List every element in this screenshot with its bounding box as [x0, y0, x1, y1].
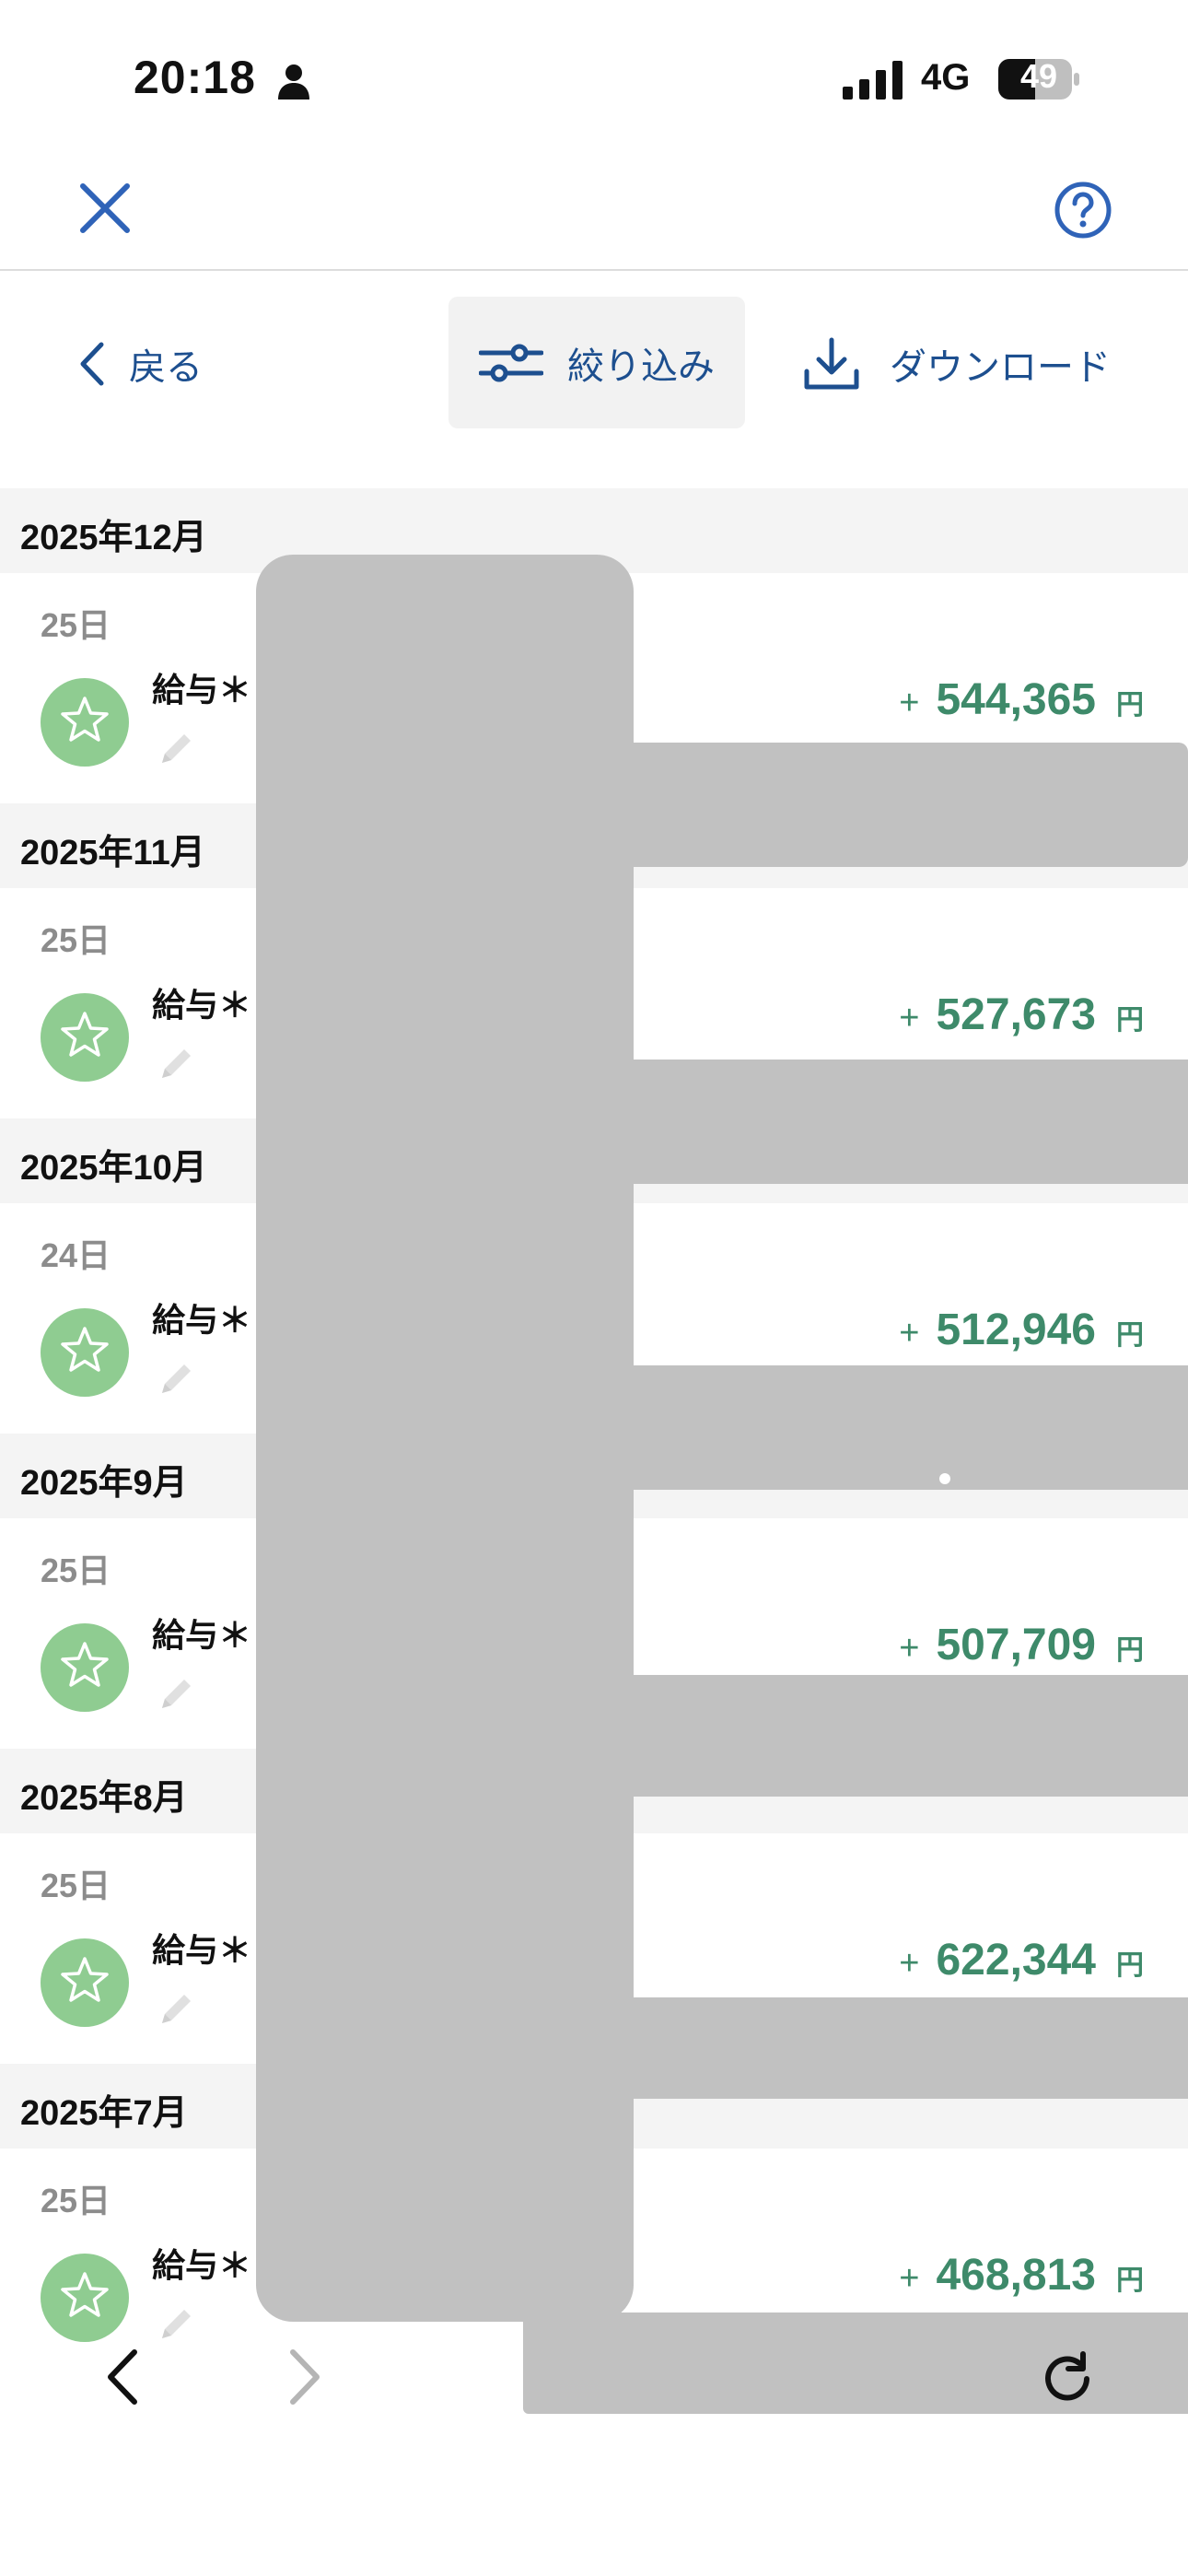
- amount: +527,673 円: [899, 989, 1144, 1040]
- download-label: ダウンロード: [890, 347, 1111, 388]
- redaction-bar: [631, 1997, 1188, 2099]
- toolbar: 戻る 絞り込み ダウンロード: [0, 297, 1188, 430]
- chevron-left-icon: [80, 342, 104, 386]
- transaction-description: 給与＊: [152, 986, 252, 1024]
- day-label: 25日: [41, 1867, 111, 1904]
- help-icon[interactable]: [1054, 181, 1112, 240]
- filter-button[interactable]: 絞り込み: [448, 297, 745, 428]
- redaction-bar: [631, 1060, 1188, 1184]
- person-icon: [278, 64, 309, 100]
- category-badge: [41, 2254, 129, 2342]
- amount-value: 468,813: [936, 2251, 1096, 2300]
- amount-value: 622,344: [936, 1936, 1096, 1985]
- star-icon: [61, 1957, 109, 2002]
- category-badge: [41, 678, 129, 767]
- star-icon: [61, 1012, 109, 1057]
- browser-navigation: [0, 2345, 1188, 2576]
- download-icon: [804, 337, 859, 390]
- day-label: 25日: [41, 2182, 111, 2219]
- day-label: 25日: [41, 606, 111, 644]
- star-icon: [61, 697, 109, 742]
- close-icon[interactable]: [77, 181, 133, 236]
- day-label: 25日: [41, 921, 111, 959]
- pencil-icon[interactable]: [157, 1358, 197, 1399]
- nav-forward-icon[interactable]: [282, 2345, 328, 2409]
- battery-level: 49: [1019, 57, 1058, 95]
- category-badge: [41, 1623, 129, 1712]
- amount-sign: +: [899, 999, 920, 1037]
- amount: +544,365 円: [899, 674, 1144, 725]
- category-badge: [41, 1938, 129, 2027]
- transaction-description: 給与＊: [152, 2246, 252, 2284]
- month-label: 2025年9月: [20, 1464, 188, 1503]
- category-badge: [41, 1308, 129, 1397]
- category-badge: [41, 993, 129, 1082]
- amount: +512,946 円: [899, 1305, 1144, 1355]
- amount-value: 512,946: [936, 1306, 1096, 1354]
- star-icon: [61, 1327, 109, 1372]
- amount-sign: +: [899, 1314, 920, 1352]
- amount-unit: 円: [1116, 1635, 1144, 1666]
- amount-unit: 円: [1116, 2266, 1144, 2296]
- amount: +622,344 円: [899, 1935, 1144, 1985]
- nav-back-icon[interactable]: [99, 2345, 146, 2409]
- amount: +468,813 円: [899, 2250, 1144, 2301]
- star-icon: [61, 1642, 109, 1687]
- day-label: 24日: [41, 1236, 111, 1274]
- amount-unit: 円: [1116, 1005, 1144, 1036]
- day-label: 25日: [41, 1551, 111, 1589]
- reload-icon[interactable]: [1039, 2350, 1096, 2407]
- cellular-signal-icon: [843, 61, 903, 100]
- month-label: 2025年8月: [20, 1779, 188, 1818]
- redaction-bar: [631, 743, 1188, 867]
- amount-sign: +: [899, 1944, 920, 1983]
- network-type: 4G: [921, 57, 971, 98]
- pencil-icon[interactable]: [157, 1988, 197, 2029]
- filter-label: 絞り込み: [567, 345, 715, 387]
- status-time: 20:18: [134, 52, 256, 103]
- pencil-icon[interactable]: [157, 1673, 197, 1714]
- header-divider: [0, 269, 1188, 271]
- redaction-dot: [939, 1473, 950, 1484]
- status-bar: 20:18 4G 49: [0, 0, 1188, 157]
- transaction-description: 給与＊: [152, 1301, 252, 1339]
- amount-value: 527,673: [936, 990, 1096, 1039]
- amount-sign: +: [899, 684, 920, 722]
- pencil-icon[interactable]: [157, 728, 197, 768]
- pencil-icon[interactable]: [157, 2303, 197, 2344]
- month-label: 2025年12月: [20, 519, 207, 557]
- amount-value: 507,709: [936, 1621, 1096, 1669]
- transaction-description: 給与＊: [152, 671, 252, 708]
- amount-unit: 円: [1116, 1320, 1144, 1351]
- amount-unit: 円: [1116, 690, 1144, 720]
- transaction-description: 給与＊: [152, 1616, 252, 1654]
- amount: +507,709 円: [899, 1620, 1144, 1670]
- back-button[interactable]: 戻る: [77, 341, 203, 388]
- amount-unit: 円: [1116, 1950, 1144, 1981]
- back-label: 戻る: [129, 347, 203, 388]
- month-label: 2025年7月: [20, 2094, 188, 2133]
- month-label: 2025年10月: [20, 1149, 207, 1188]
- amount-sign: +: [899, 1629, 920, 1668]
- download-button[interactable]: ダウンロード: [803, 337, 1111, 390]
- transaction-description: 給与＊: [152, 1931, 252, 1969]
- redaction-bar: [631, 1365, 1188, 1490]
- redaction-block: [256, 555, 634, 2322]
- redaction-bar: [631, 1675, 1188, 1797]
- filter-sliders-icon: [479, 344, 543, 381]
- amount-sign: +: [899, 2259, 920, 2298]
- star-icon: [61, 2272, 109, 2317]
- month-label: 2025年11月: [20, 834, 205, 872]
- pencil-icon[interactable]: [157, 1043, 197, 1083]
- amount-value: 544,365: [936, 675, 1096, 724]
